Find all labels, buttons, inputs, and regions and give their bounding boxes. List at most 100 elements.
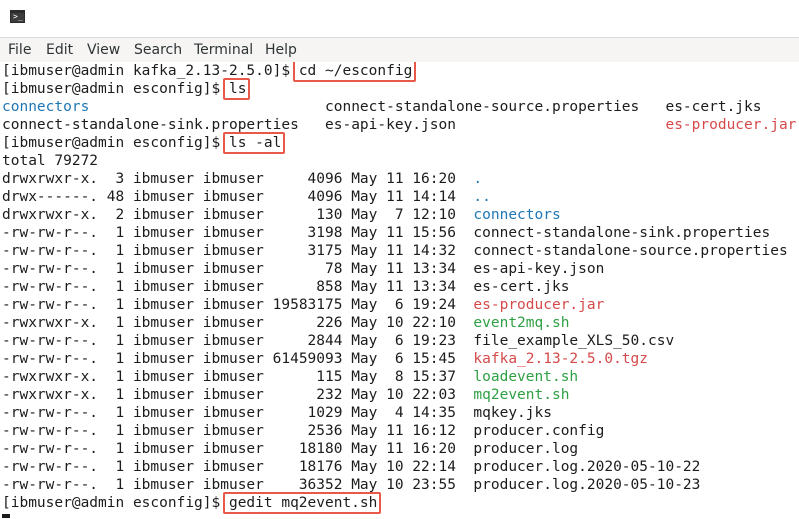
entry-time: 19:23 — [412, 333, 456, 349]
entry-owner: ibmuser — [132, 189, 195, 205]
entry-day: 10 — [386, 315, 404, 331]
command-highlight-box — [222, 492, 382, 514]
entry-month: May — [351, 225, 378, 241]
entry-time: 14:35 — [412, 405, 456, 421]
entry-month: May — [351, 171, 378, 187]
entry-month: May — [351, 441, 378, 457]
entry-perm: -rw-rw-r--. — [2, 261, 99, 277]
entry-links: 1 — [115, 315, 125, 331]
entry-owner: ibmuser — [132, 441, 195, 457]
shell-prompt: [ibmuser@admin kafka_2.13-2.5.0]$ — [2, 63, 299, 79]
entry-day: 10 — [386, 387, 404, 403]
entry-size: 19583175 — [272, 297, 343, 313]
entry-day: 6 — [394, 297, 404, 313]
terminal-window: >_ File Edit View Search Terminal Help [… — [0, 0, 799, 519]
entry-owner: ibmuser — [132, 279, 195, 295]
entry-time: 23:55 — [412, 477, 456, 493]
entry-links: 1 — [115, 351, 125, 367]
entry-filename: producer.log.2020-05-10-23 — [473, 477, 701, 493]
entry-day: 11 — [386, 189, 404, 205]
shell-prompt: [ibmuser@admin esconfig]$ — [2, 135, 229, 151]
entry-links: 1 — [115, 405, 125, 421]
entry-time: 16:12 — [412, 423, 456, 439]
entry-owner: ibmuser — [132, 351, 195, 367]
entry-month: May — [351, 315, 378, 331]
entry-filename: producer.log.2020-05-10-22 — [473, 459, 701, 475]
entry-owner: ibmuser — [132, 225, 195, 241]
listed-filename: connectors — [2, 99, 90, 115]
menu-bar: File Edit View Search Terminal Help — [0, 37, 799, 62]
entry-month: May — [351, 423, 378, 439]
entry-links: 1 — [115, 423, 125, 439]
entry-perm: -rw-rw-r--. — [2, 225, 99, 241]
entry-perm: -rw-rw-r--. — [2, 243, 99, 259]
text-cursor — [2, 514, 10, 518]
entry-day: 11 — [386, 423, 404, 439]
entry-owner: ibmuser — [132, 459, 195, 475]
entry-day: 6 — [394, 351, 404, 367]
title-bar[interactable]: >_ — [0, 0, 799, 36]
entry-filename: mqkey.jks — [473, 405, 552, 421]
entry-time: 16:20 — [412, 171, 456, 187]
entry-perm: -rw-rw-r--. — [2, 459, 99, 475]
entry-group: ibmuser — [202, 315, 264, 331]
menu-edit[interactable]: Edit — [46, 42, 73, 58]
entry-owner: ibmuser — [132, 207, 195, 223]
entry-month: May — [351, 189, 378, 205]
entry-time: 14:14 — [412, 189, 456, 205]
entry-links: 1 — [115, 387, 125, 403]
menu-view[interactable]: View — [87, 42, 120, 58]
entry-time: 15:45 — [412, 351, 456, 367]
entry-owner: ibmuser — [132, 171, 195, 187]
entry-month: May — [351, 369, 378, 385]
listed-filename: connect-standalone-source.properties — [325, 99, 640, 115]
entry-group: ibmuser — [202, 351, 264, 367]
entry-group: ibmuser — [202, 261, 264, 277]
entry-perm: -rwxrwxr-x. — [2, 315, 99, 331]
entry-perm: -rw-rw-r--. — [2, 279, 99, 295]
entry-group: ibmuser — [202, 243, 264, 259]
entry-links: 1 — [115, 369, 125, 385]
entry-time: 16:20 — [412, 441, 456, 457]
menu-terminal[interactable]: Terminal — [194, 42, 253, 58]
entry-size: 4096 — [307, 171, 343, 187]
entry-day: 7 — [394, 207, 404, 223]
entry-size: 61459093 — [272, 351, 343, 367]
terminal-output[interactable]: [ibmuser@admin kafka_2.13-2.5.0]$ cd ~/e… — [0, 62, 799, 519]
entry-perm: -rw-rw-r--. — [2, 423, 99, 439]
entry-owner: ibmuser — [132, 477, 195, 493]
entry-links: 2 — [115, 207, 125, 223]
entry-filename: es-cert.jks — [473, 279, 570, 295]
entry-links: 1 — [115, 243, 125, 259]
entry-perm: -rwxrwxr-x. — [2, 387, 99, 403]
entry-day: 6 — [394, 333, 404, 349]
entry-group: ibmuser — [202, 423, 264, 439]
entry-month: May — [351, 279, 378, 295]
entry-group: ibmuser — [202, 333, 264, 349]
entry-time: 22:10 — [412, 315, 456, 331]
entry-day: 11 — [386, 261, 404, 277]
entry-perm: -rw-rw-r--. — [2, 405, 99, 421]
entry-owner: ibmuser — [132, 297, 195, 313]
entry-group: ibmuser — [202, 387, 264, 403]
menu-help[interactable]: Help — [265, 42, 297, 58]
entry-filename: .. — [473, 189, 491, 205]
entry-links: 1 — [115, 279, 125, 295]
command-highlight-box — [222, 132, 286, 154]
entry-perm: drwx------. — [2, 189, 99, 205]
entry-size: 2844 — [307, 333, 343, 349]
listed-filename: es-api-key.json — [325, 117, 456, 133]
menu-search[interactable]: Search — [134, 42, 182, 58]
entry-owner: ibmuser — [132, 423, 195, 439]
entry-filename: file_example_XLS_50.csv — [473, 333, 675, 349]
entry-perm: -rwxrwxr-x. — [2, 369, 99, 385]
entry-links: 1 — [115, 441, 125, 457]
entry-filename: connectors — [473, 207, 561, 223]
entry-month: May — [351, 207, 378, 223]
menu-file[interactable]: File — [8, 42, 31, 58]
entry-day: 11 — [386, 441, 404, 457]
listed-filename: es-cert.jks — [665, 99, 762, 115]
entry-size: 115 — [316, 369, 343, 385]
entry-size: 226 — [316, 315, 343, 331]
shell-prompt: [ibmuser@admin esconfig]$ — [2, 81, 229, 97]
